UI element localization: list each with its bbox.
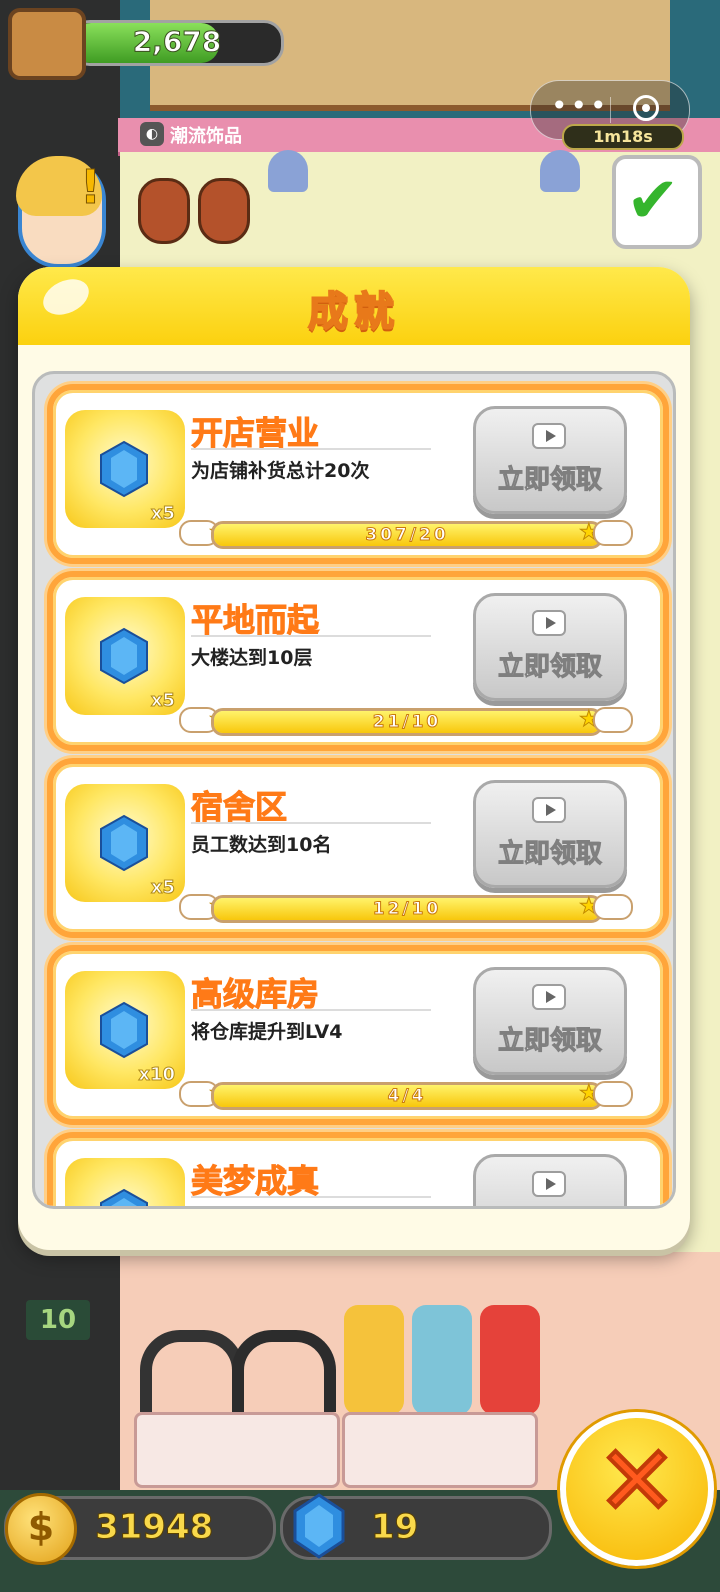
lamp-icon (540, 150, 580, 192)
coin-counter: $ 31948 (4, 1493, 276, 1565)
box-counter-bar: 2,678 (70, 20, 284, 66)
shelf (134, 1412, 340, 1488)
video-play-icon (532, 423, 566, 449)
gem-icon (100, 1188, 148, 1206)
box-icon[interactable] (8, 8, 86, 80)
video-play-icon (532, 1171, 566, 1197)
achievement-description: 将仓库提升到LV4 (191, 1021, 343, 1043)
close-miniprogram-icon[interactable] (633, 95, 659, 121)
close-icon: ✕ (595, 1424, 679, 1538)
alert-icon: ! (80, 160, 102, 215)
coin-icon: $ (5, 1493, 77, 1565)
achievement-card: x5平地而起大楼达到10层立即领取★21/10★ (47, 571, 669, 751)
close-button[interactable]: ✕ (560, 1412, 714, 1566)
achievement-description: 大楼达到10层 (191, 647, 313, 669)
reward-box: x5 (65, 410, 185, 528)
mask-decoration (138, 178, 190, 244)
reward-quantity: x5 (150, 877, 175, 899)
phone-case-item (344, 1305, 404, 1415)
coin-value: 31948 (94, 1507, 214, 1548)
achievement-card: x5开店营业为店铺补货总计20次立即领取★307/20★ (47, 384, 669, 564)
achievement-description: 员工数达到10名 (191, 834, 332, 856)
achievement-dialog: 成就 x5开店营业为店铺补货总计20次立即领取★307/20★x5平地而起大楼达… (18, 267, 690, 1250)
mask-decoration (198, 178, 250, 244)
claim-reward-button[interactable]: 立即领取 (473, 967, 627, 1075)
checkin-button[interactable]: ✔ (612, 155, 702, 249)
achievement-list[interactable]: x5开店营业为店铺补货总计20次立即领取★307/20★x5平地而起大楼达到10… (32, 371, 676, 1209)
headphone-item (140, 1330, 244, 1412)
wing-right-icon (593, 894, 633, 920)
claim-reward-button[interactable]: 立即领取 (473, 1154, 627, 1209)
achievement-description: 为店铺补货总计20次 (191, 460, 370, 482)
shop-name: 潮流饰品 (170, 126, 242, 147)
phone-case-item (480, 1305, 540, 1415)
divider (191, 1009, 431, 1011)
achievement-card: x10高级库房将仓库提升到LV4立即领取★4/4★ (47, 945, 669, 1125)
video-play-icon (532, 797, 566, 823)
divider (191, 635, 431, 637)
more-icon[interactable]: ••• (551, 89, 610, 122)
gem-counter: 19 (280, 1493, 552, 1560)
timer-badge: 1m18s (562, 124, 684, 150)
progress-bar: 307/20 (211, 521, 603, 549)
gem-icon (100, 814, 148, 872)
reward-quantity: x5 (150, 503, 175, 525)
divider (191, 822, 431, 824)
wing-right-icon (593, 520, 633, 546)
video-play-icon (532, 610, 566, 636)
progress-text: 21/10 (372, 712, 442, 733)
claim-label: 立即领取 (497, 465, 602, 496)
progress-text: 12/10 (372, 899, 442, 920)
gem-icon (100, 627, 148, 685)
claim-label: 立即领取 (497, 1026, 602, 1057)
reward-box: x5 (65, 784, 185, 902)
gem-icon (100, 1001, 148, 1059)
achievement-card: 美梦成真立即领取★★ (47, 1132, 669, 1209)
claim-label: 立即领取 (476, 1207, 624, 1209)
achievement-card: x5宿舍区员工数达到10名立即领取★12/10★ (47, 758, 669, 938)
checkmark-icon: ✔ (626, 164, 680, 238)
shelf (342, 1412, 538, 1488)
wing-right-icon (593, 1081, 633, 1107)
shop-type-icon: ◐ (140, 122, 164, 146)
wing-right-icon (593, 707, 633, 733)
reward-box: x10 (65, 971, 185, 1089)
progress-text: 4/4 (387, 1086, 427, 1107)
reward-quantity: x10 (138, 1064, 176, 1086)
progress-text: 307/20 (365, 525, 449, 546)
progress-bar: 12/10 (211, 895, 603, 923)
progress-bar: 21/10 (211, 708, 603, 736)
claim-reward-button[interactable]: 立即领取 (473, 406, 627, 514)
claim-label: 立即领取 (497, 652, 602, 683)
claim-reward-button[interactable]: 立即领取 (473, 593, 627, 701)
reward-box: x5 (65, 597, 185, 715)
reward-box (65, 1158, 185, 1206)
dialog-title: 成就 (307, 288, 400, 336)
claim-label: 立即领取 (497, 839, 602, 870)
headphone-item (232, 1330, 336, 1412)
reward-quantity: x5 (150, 690, 175, 712)
progress-bar: 4/4 (211, 1082, 603, 1110)
divider (191, 1196, 431, 1198)
gem-icon (100, 440, 148, 498)
video-play-icon (532, 984, 566, 1010)
gem-icon (293, 1493, 345, 1559)
elevator-floor-number: 10 (26, 1300, 90, 1340)
phone-case-item (412, 1305, 472, 1415)
lamp-icon (268, 150, 308, 192)
divider (191, 448, 431, 450)
claim-reward-button[interactable]: 立即领取 (473, 780, 627, 888)
dialog-header: 成就 (18, 267, 690, 345)
gem-value: 19 (370, 1507, 419, 1548)
box-counter-value: 2,678 (132, 25, 222, 59)
